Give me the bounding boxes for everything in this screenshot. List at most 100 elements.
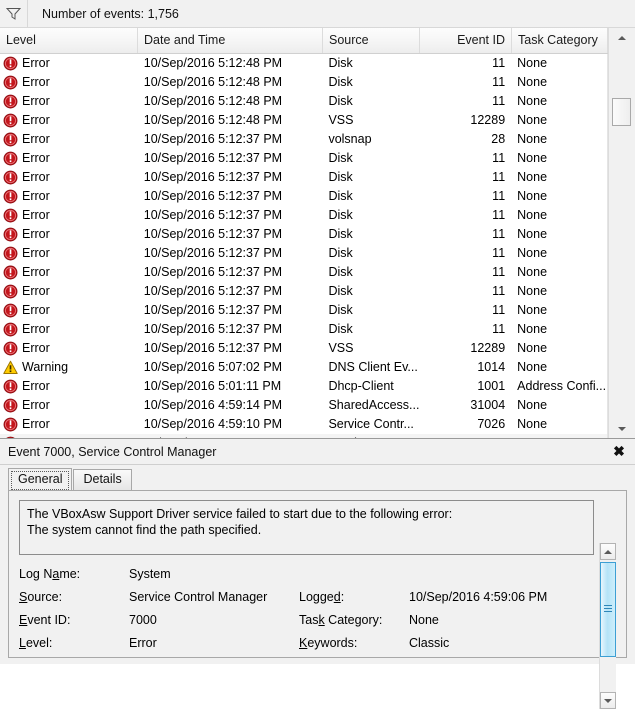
cell-datetime: 10/Sep/2016 5:12:37 PM [143, 246, 283, 260]
scroll-up-button[interactable] [609, 28, 635, 47]
cell-datetime: 10/Sep/2016 4:59:10 PM [143, 417, 283, 431]
table-row[interactable]: Error 10/Sep/2016 5:12:37 PM VSS 12289 None [0, 339, 607, 358]
cell-eventid: 12289 [470, 113, 506, 127]
cell-level-label: Error [22, 379, 50, 393]
column-header-level[interactable]: Level [0, 28, 138, 53]
cell-level: Error [0, 244, 138, 263]
event-detail-pane: Event 7000, Service Control Manager ✖ Ge… [0, 438, 635, 709]
error-icon [3, 189, 18, 204]
table-row[interactable]: Error 10/Sep/2016 5:12:37 PM Disk 11 None [0, 225, 607, 244]
table-row[interactable]: Error 10/Sep/2016 5:12:37 PM Disk 11 None [0, 320, 607, 339]
table-row[interactable]: Error 10/Sep/2016 5:12:37 PM Disk 11 None [0, 282, 607, 301]
metadata-row: Log Name: System [19, 563, 594, 586]
cell-category: None [517, 341, 548, 355]
cell-level-label: Error [22, 284, 50, 298]
table-row[interactable]: Warning 10/Sep/2016 5:07:02 PM DNS Client … [0, 358, 607, 377]
detail-scrollbar[interactable] [599, 543, 616, 709]
table-row[interactable]: Error 10/Sep/2016 5:12:48 PM Disk 11 None [0, 73, 607, 92]
cell-eventid: 1014 [477, 360, 506, 374]
cell-datetime: 10/Sep/2016 5:12:37 PM [143, 227, 283, 241]
cell-datetime: 10/Sep/2016 5:12:37 PM [143, 303, 283, 317]
cell-category: None [517, 208, 548, 222]
metadata-label-2: Keywords: [299, 636, 358, 650]
table-row[interactable]: Error 10/Sep/2016 5:12:48 PM Disk 11 None [0, 54, 607, 73]
cell-category: None [517, 265, 548, 279]
table-row[interactable]: Error 10/Sep/2016 5:12:48 PM VSS 12289 None [0, 111, 607, 130]
cell-category: None [517, 360, 548, 374]
cell-source: Disk [328, 246, 353, 260]
cell-level: Error [0, 301, 138, 320]
table-row[interactable]: Error 10/Sep/2016 5:12:48 PM Disk 11 None [0, 92, 607, 111]
chevron-up-icon [618, 35, 626, 40]
cell-source: Disk [328, 227, 353, 241]
cell-eventid: 11 [492, 265, 506, 279]
error-icon [3, 398, 18, 413]
error-icon [3, 151, 18, 166]
table-row[interactable]: Error 10/Sep/2016 5:12:37 PM volsnap 28 None [0, 130, 607, 149]
table-row[interactable]: Error 10/Sep/2016 4:59:10 PM Service Contr… [0, 415, 607, 434]
cell-eventid: 11 [492, 94, 506, 108]
cell-category: None [517, 284, 548, 298]
cell-category: Address Confi... [517, 379, 607, 393]
table-row[interactable]: Error 10/Sep/2016 5:12:37 PM Disk 11 None [0, 244, 607, 263]
cell-datetime: 10/Sep/2016 5:12:48 PM [143, 75, 283, 89]
scrollbar-thumb[interactable] [612, 98, 631, 126]
tab-details[interactable]: Details [73, 469, 132, 490]
column-header-eventid[interactable]: Event ID [420, 28, 512, 53]
close-icon[interactable]: ✖ [611, 443, 627, 459]
cell-datetime: 10/Sep/2016 5:12:37 PM [143, 341, 283, 355]
cell-level: Error [0, 377, 138, 396]
cell-datetime: 10/Sep/2016 5:12:37 PM [143, 170, 283, 184]
cell-category: None [517, 246, 548, 260]
cell-level: Error [0, 168, 138, 187]
error-icon [3, 75, 18, 90]
cell-category: None [517, 398, 548, 412]
cell-source: SharedAccess... [328, 398, 420, 412]
cell-level: Error [0, 130, 138, 149]
cell-eventid: 11 [492, 75, 506, 89]
metadata-value: System [129, 567, 171, 581]
error-icon [3, 379, 18, 394]
event-list-rows[interactable]: Error 10/Sep/2016 5:12:48 PM Disk 11 None Err… [0, 54, 608, 438]
table-row[interactable]: Error 10/Sep/2016 5:12:37 PM Disk 11 None [0, 301, 607, 320]
table-row[interactable]: Error 10/Sep/2016 5:12:37 PM Disk 11 None [0, 168, 607, 187]
cell-level: Error [0, 111, 138, 130]
cell-level-label: Error [22, 94, 50, 108]
cell-category: None [517, 417, 548, 431]
metadata-row: Event ID: 7000 Task Category: None [19, 609, 594, 632]
filter-button[interactable] [0, 0, 28, 27]
table-row[interactable]: Error 10/Sep/2016 5:01:11 PM Dhcp-Client 10… [0, 377, 607, 396]
detail-scroll-down-button[interactable] [600, 692, 616, 709]
cell-level-label: Error [22, 303, 50, 317]
cell-level: Error [0, 187, 138, 206]
cell-eventid: 11 [492, 151, 506, 165]
column-header-category[interactable]: Task Category [512, 28, 608, 53]
detail-scroll-up-button[interactable] [600, 543, 616, 560]
table-row[interactable]: Error 10/Sep/2016 4:59:14 PM SharedAccess.… [0, 396, 607, 415]
cell-datetime: 10/Sep/2016 5:12:48 PM [143, 113, 283, 127]
detail-tabs[interactable]: General Details [8, 468, 133, 490]
cell-category: None [517, 94, 548, 108]
event-list-scrollbar[interactable] [608, 28, 635, 438]
tab-general[interactable]: General [8, 468, 73, 490]
metadata-label: Event ID: [19, 613, 71, 627]
warning-icon [3, 360, 18, 374]
scroll-down-button[interactable] [609, 419, 635, 438]
cell-category: None [517, 56, 548, 70]
event-metadata: Log Name: System Source: Service Control Ma… [19, 563, 594, 655]
error-icon [3, 417, 18, 432]
description-line-2: The system cannot find the path specifie… [27, 523, 262, 537]
table-row[interactable]: Error 10/Sep/2016 5:12:37 PM Disk 11 None [0, 187, 607, 206]
cell-source: DNS Client Ev... [328, 360, 418, 374]
cell-source: Disk [328, 322, 353, 336]
table-row[interactable]: Error 10/Sep/2016 5:12:37 PM Disk 11 None [0, 263, 607, 282]
table-row[interactable]: Error 10/Sep/2016 5:12:37 PM Disk 11 None [0, 206, 607, 225]
filter-funnel-icon [6, 8, 21, 20]
detail-scrollbar-thumb[interactable] [600, 562, 616, 657]
column-header-datetime[interactable]: Date and Time [138, 28, 323, 53]
event-description: The VBoxAsw Support Driver service faile… [19, 500, 594, 555]
cell-level: Error [0, 225, 138, 244]
table-row[interactable]: Error 10/Sep/2016 5:12:37 PM Disk 11 None [0, 149, 607, 168]
cell-datetime: 10/Sep/2016 5:01:11 PM [143, 379, 282, 393]
column-header-source[interactable]: Source [323, 28, 420, 53]
